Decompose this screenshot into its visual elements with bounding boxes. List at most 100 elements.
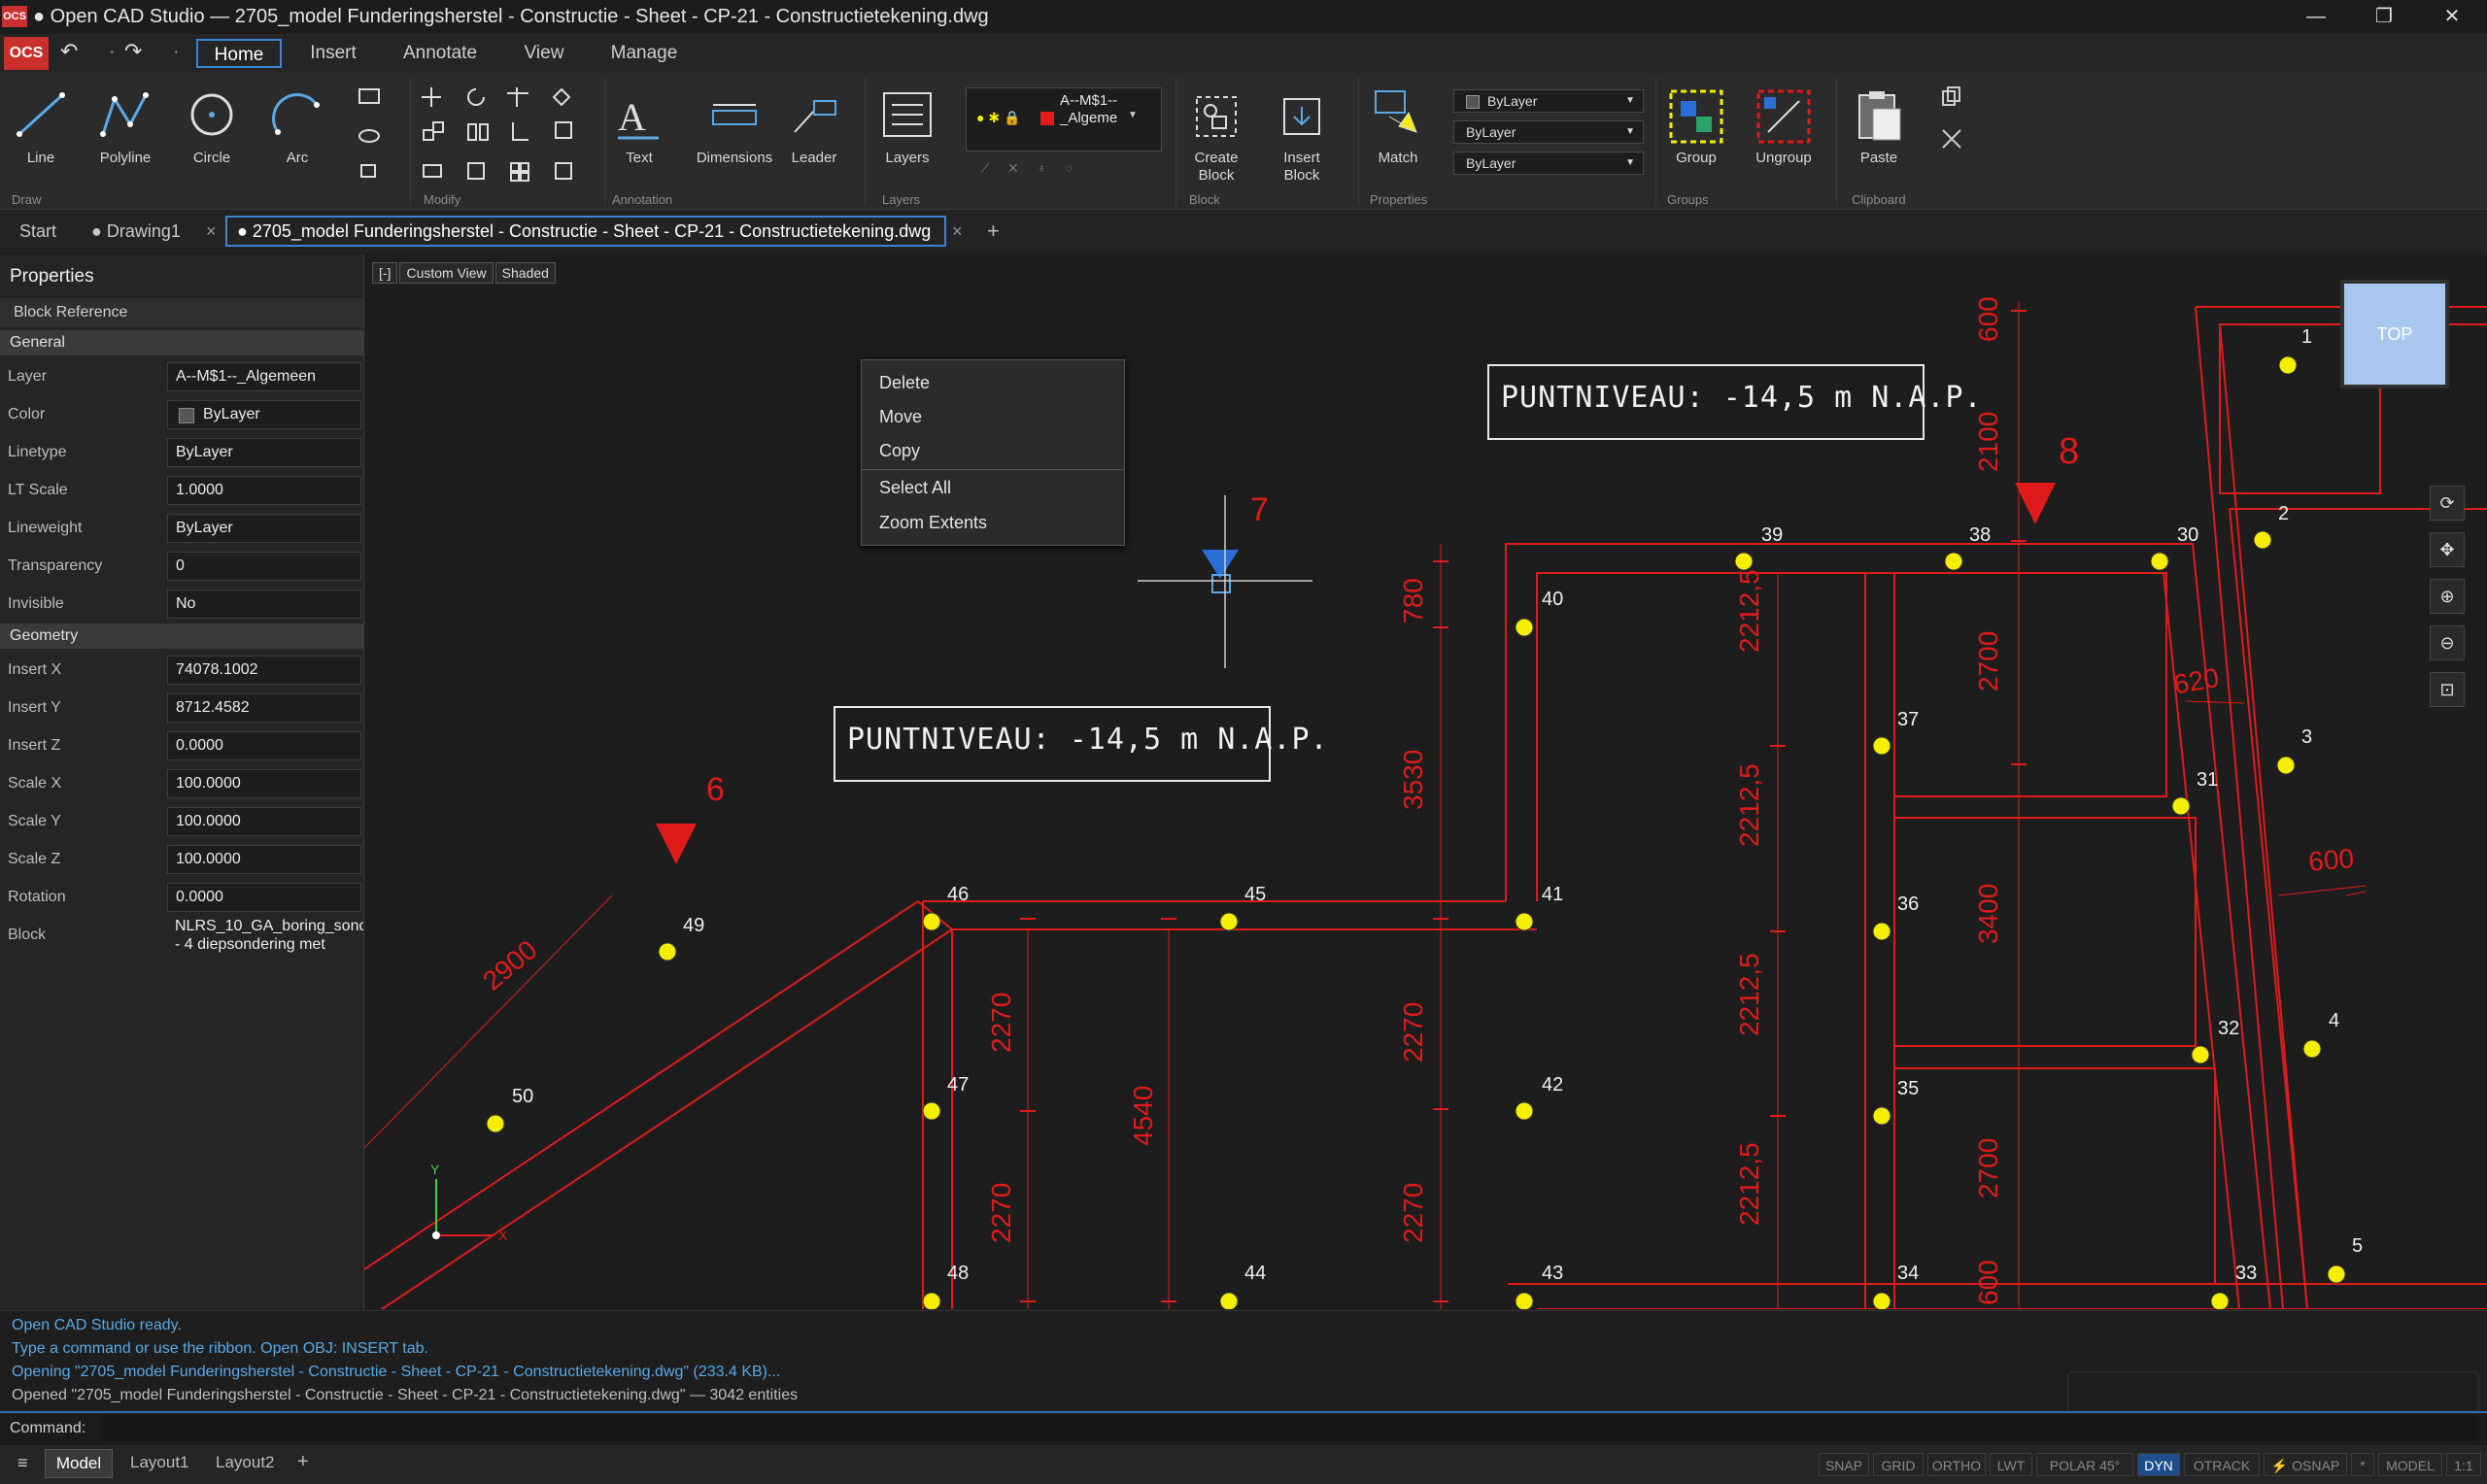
layout-tab-layout1[interactable]: Layout1: [130, 1453, 189, 1472]
leader-button-label[interactable]: Leader: [783, 150, 845, 166]
tab-home[interactable]: Home: [196, 39, 282, 68]
insert-block-button-label[interactable]: Insert Block: [1271, 150, 1333, 185]
circle-button-label[interactable]: Circle: [181, 150, 243, 166]
model-space-toggle[interactable]: MODEL: [2378, 1453, 2442, 1476]
prop-value-insert-z[interactable]: 0.0000: [167, 731, 361, 760]
geometry-section-header[interactable]: Geometry: [0, 624, 363, 649]
ungroup-icon[interactable]: [1755, 87, 1813, 146]
lwt-toggle[interactable]: LWT: [1990, 1453, 2032, 1476]
linetype-dropdown[interactable]: ByLayer ▼: [1453, 120, 1644, 144]
tab-active-drawing[interactable]: ● 2705_model Funderingsherstel - Constru…: [225, 216, 946, 247]
prop-value-lineweight[interactable]: ByLayer: [167, 514, 361, 543]
tab-close-icon[interactable]: ×: [206, 216, 217, 247]
line-button-label[interactable]: Line: [10, 150, 72, 166]
osnap-settings-button[interactable]: *: [2351, 1453, 2374, 1476]
zoom-out-icon[interactable]: ⊖: [2430, 625, 2465, 660]
osnap-toggle[interactable]: ⚡ OSNAP: [2264, 1453, 2347, 1476]
viewport-minimize-control[interactable]: [-]: [372, 262, 398, 284]
layer-tool-icons[interactable]: ⟋✕♁◌: [981, 161, 1092, 176]
insert-block-icon[interactable]: [1277, 91, 1327, 142]
dimensions-button-label[interactable]: Dimensions: [692, 150, 777, 166]
prop-value-scale-x[interactable]: 100.0000: [167, 769, 361, 798]
prop-value-scale-y[interactable]: 100.0000: [167, 807, 361, 836]
context-menu-delete[interactable]: Delete: [862, 366, 1124, 399]
draw-extra-icons[interactable]: [354, 85, 398, 183]
modify-tools-icons[interactable]: [420, 84, 595, 185]
add-tab-button[interactable]: +: [987, 216, 1000, 247]
polar-toggle[interactable]: POLAR 45°: [2036, 1453, 2133, 1476]
leader-icon[interactable]: [789, 93, 841, 138]
annotation-scale[interactable]: 1:1: [2446, 1453, 2481, 1476]
prop-value-insert-y[interactable]: 8712.4582: [167, 693, 361, 723]
color-dropdown[interactable]: ByLayer ▼: [1453, 89, 1644, 113]
dimensions-icon[interactable]: [709, 97, 762, 136]
context-menu-move[interactable]: Move: [862, 400, 1124, 433]
layout-menu-icon[interactable]: ≡: [17, 1453, 28, 1473]
create-block-button-label[interactable]: Create Block: [1185, 150, 1247, 185]
undo-button[interactable]: ↶: [60, 39, 78, 64]
arc-icon[interactable]: [270, 87, 324, 142]
selection-grip[interactable]: [1211, 574, 1231, 593]
add-layout-button[interactable]: +: [297, 1451, 309, 1473]
lineweight-dropdown[interactable]: ByLayer ▼: [1453, 152, 1644, 175]
tab-manage[interactable]: Manage: [596, 39, 692, 68]
circle-icon[interactable]: [185, 87, 239, 142]
viewport-controls[interactable]: [-] Custom View Shaded: [372, 262, 556, 284]
prop-value-ltscale[interactable]: 1.0000: [167, 476, 361, 505]
tab-insert[interactable]: Insert: [291, 39, 375, 68]
layers-button-label[interactable]: Layers: [874, 150, 940, 166]
zoom-extents-icon[interactable]: ⊡: [2430, 672, 2465, 707]
context-menu-select-all[interactable]: Select All: [862, 471, 1124, 504]
prop-value-rotation[interactable]: 0.0000: [167, 883, 361, 912]
orbit-icon[interactable]: ⟳: [2430, 486, 2465, 521]
minimize-button[interactable]: —: [2287, 0, 2345, 34]
prop-value-transparency[interactable]: 0: [167, 552, 361, 581]
context-menu-copy[interactable]: Copy: [862, 434, 1124, 467]
general-section-header[interactable]: General: [0, 330, 363, 355]
arc-button-label[interactable]: Arc: [266, 150, 328, 166]
line-icon[interactable]: [14, 87, 68, 142]
view-mode-control[interactable]: Custom View: [399, 262, 494, 284]
layout-tab-layout2[interactable]: Layout2: [216, 1453, 275, 1472]
polyline-icon[interactable]: [97, 87, 152, 142]
prop-value-invisible[interactable]: No: [167, 590, 361, 619]
layer-dropdown[interactable]: ● ✱ 🔒 A--M$1--_Algeme ▼: [966, 87, 1162, 152]
tab-annotate[interactable]: Annotate: [389, 39, 492, 68]
layout-tab-model[interactable]: Model: [45, 1449, 113, 1478]
match-button-label[interactable]: Match: [1366, 150, 1430, 166]
otrack-toggle[interactable]: OTRACK: [2184, 1453, 2260, 1476]
polyline-button-label[interactable]: Polyline: [89, 150, 161, 166]
tab-view[interactable]: View: [505, 39, 583, 68]
match-properties-icon[interactable]: [1370, 87, 1426, 142]
ungroup-button-label[interactable]: Ungroup: [1747, 150, 1821, 166]
prop-value-linetype[interactable]: ByLayer: [167, 438, 361, 467]
paste-icon[interactable]: [1852, 87, 1906, 144]
pan-icon[interactable]: ✥: [2430, 532, 2465, 567]
prop-value-insert-x[interactable]: 74078.1002: [167, 656, 361, 685]
prop-value-color[interactable]: ByLayer: [167, 400, 361, 429]
tab-drawing1[interactable]: ● Drawing1: [91, 216, 181, 247]
redo-button[interactable]: ↷: [124, 39, 142, 64]
selected-object-type[interactable]: Block Reference: [0, 298, 363, 327]
grid-toggle[interactable]: GRID: [1873, 1453, 1924, 1476]
prop-value-scale-z[interactable]: 100.0000: [167, 845, 361, 874]
app-menu-button[interactable]: OCS: [4, 37, 49, 70]
copy-icon[interactable]: [1939, 85, 1964, 111]
tab-close-icon[interactable]: ×: [952, 216, 963, 247]
prop-value-layer[interactable]: A--M$1--_Algemeen: [167, 362, 361, 391]
close-button[interactable]: ✕: [2423, 0, 2481, 34]
snap-toggle[interactable]: SNAP: [1819, 1453, 1869, 1476]
paste-button-label[interactable]: Paste: [1848, 150, 1910, 166]
group-icon[interactable]: [1667, 87, 1725, 146]
viewcube[interactable]: TOP: [2340, 280, 2449, 388]
layers-icon[interactable]: [880, 89, 935, 144]
context-menu-zoom-extents[interactable]: Zoom Extents: [862, 506, 1124, 539]
tab-start[interactable]: Start: [19, 216, 56, 247]
create-block-icon[interactable]: [1191, 91, 1242, 142]
ortho-toggle[interactable]: ORTHO: [1927, 1453, 1986, 1476]
drawing-viewport[interactable]: [-] Custom View Shaded TOP ⟳ ✥ ⊕ ⊖ ⊡ PUN…: [364, 254, 2487, 1309]
visual-style-control[interactable]: Shaded: [494, 262, 556, 284]
text-button-label[interactable]: Text: [610, 150, 668, 166]
dyn-toggle[interactable]: DYN: [2137, 1453, 2180, 1476]
prop-value-block[interactable]: NLRS_10_GA_boring_sonde - 4 diepsonderin…: [175, 917, 363, 954]
